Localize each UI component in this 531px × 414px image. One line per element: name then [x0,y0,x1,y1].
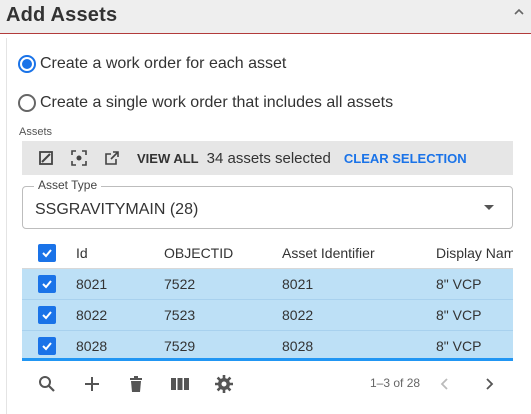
option-label: Create a single work order that includes… [40,94,394,111]
cell-asset-identifier: 8021 [282,276,314,292]
column-header-id[interactable]: Id [76,245,88,261]
assets-section-label: Assets [19,126,53,138]
gear-icon[interactable] [214,374,234,394]
pagination-range: 1–3 of 28 [370,376,421,390]
clear-selection-button[interactable]: CLEAR SELECTION [344,151,467,166]
columns-icon[interactable] [170,374,190,394]
cell-objectid: 7523 [164,307,196,323]
page-title: Add Assets [6,4,118,26]
assets-table: Id OBJECTID Asset Identifier Display Nam… [22,237,513,361]
option-label: Create a work order for each asset [40,55,287,72]
add-icon[interactable] [82,374,102,394]
asset-type-label: Asset Type [34,178,102,192]
row-checkbox[interactable] [38,337,56,355]
select-all-checkbox[interactable] [38,244,56,262]
table-header-row: Id OBJECTID Asset Identifier Display Nam [22,237,513,269]
option-each-asset[interactable]: Create a work order for each asset [18,55,286,73]
assets-toolbar: VIEW ALL 34 assets selected CLEAR SELECT… [22,141,513,175]
chevron-up-icon[interactable] [513,6,525,18]
trash-icon[interactable] [126,374,146,394]
zoom-to-selection-icon[interactable] [71,150,87,166]
cell-id: 8028 [76,338,108,354]
row-checkbox[interactable] [38,275,56,293]
chevron-right-icon[interactable] [479,374,499,394]
table-row[interactable]: 8021 7522 8021 8" VCP [22,269,513,300]
row-checkbox[interactable] [38,306,56,324]
radio-unselected-icon[interactable] [18,94,36,112]
cell-display-name: 8" VCP [436,338,482,354]
panel-header: Add Assets [0,0,531,34]
cell-asset-identifier: 8028 [282,338,314,354]
column-header-asset-identifier[interactable]: Asset Identifier [282,245,375,261]
radio-selected-icon[interactable] [18,55,36,73]
table-row[interactable]: 8028 7529 8028 8" VCP [22,331,513,358]
caret-down-icon[interactable] [484,205,494,210]
column-header-display-name[interactable]: Display Nam [436,245,513,261]
edit-map-icon[interactable] [38,150,54,166]
table-row[interactable]: 8022 7523 8022 8" VCP [22,300,513,331]
open-external-icon[interactable] [104,150,120,166]
table-footer-toolbar: 1–3 of 28 [22,364,513,404]
asset-type-select[interactable]: Asset Type SSGRAVITYMAIN (28) [22,178,513,229]
cell-asset-identifier: 8022 [282,307,314,323]
option-single-order[interactable]: Create a single work order that includes… [18,94,393,112]
selection-count: 34 assets selected [206,149,331,167]
search-icon[interactable] [37,374,57,394]
cell-objectid: 7522 [164,276,196,292]
cell-id: 8021 [76,276,108,292]
cell-objectid: 7529 [164,338,196,354]
cell-id: 8022 [76,307,108,323]
chevron-left-icon[interactable] [435,374,455,394]
view-all-button[interactable]: VIEW ALL [137,151,199,166]
cell-display-name: 8" VCP [436,276,482,292]
column-header-objectid[interactable]: OBJECTID [164,245,233,261]
cell-display-name: 8" VCP [436,307,482,323]
asset-type-value: SSGRAVITYMAIN (28) [35,201,199,218]
